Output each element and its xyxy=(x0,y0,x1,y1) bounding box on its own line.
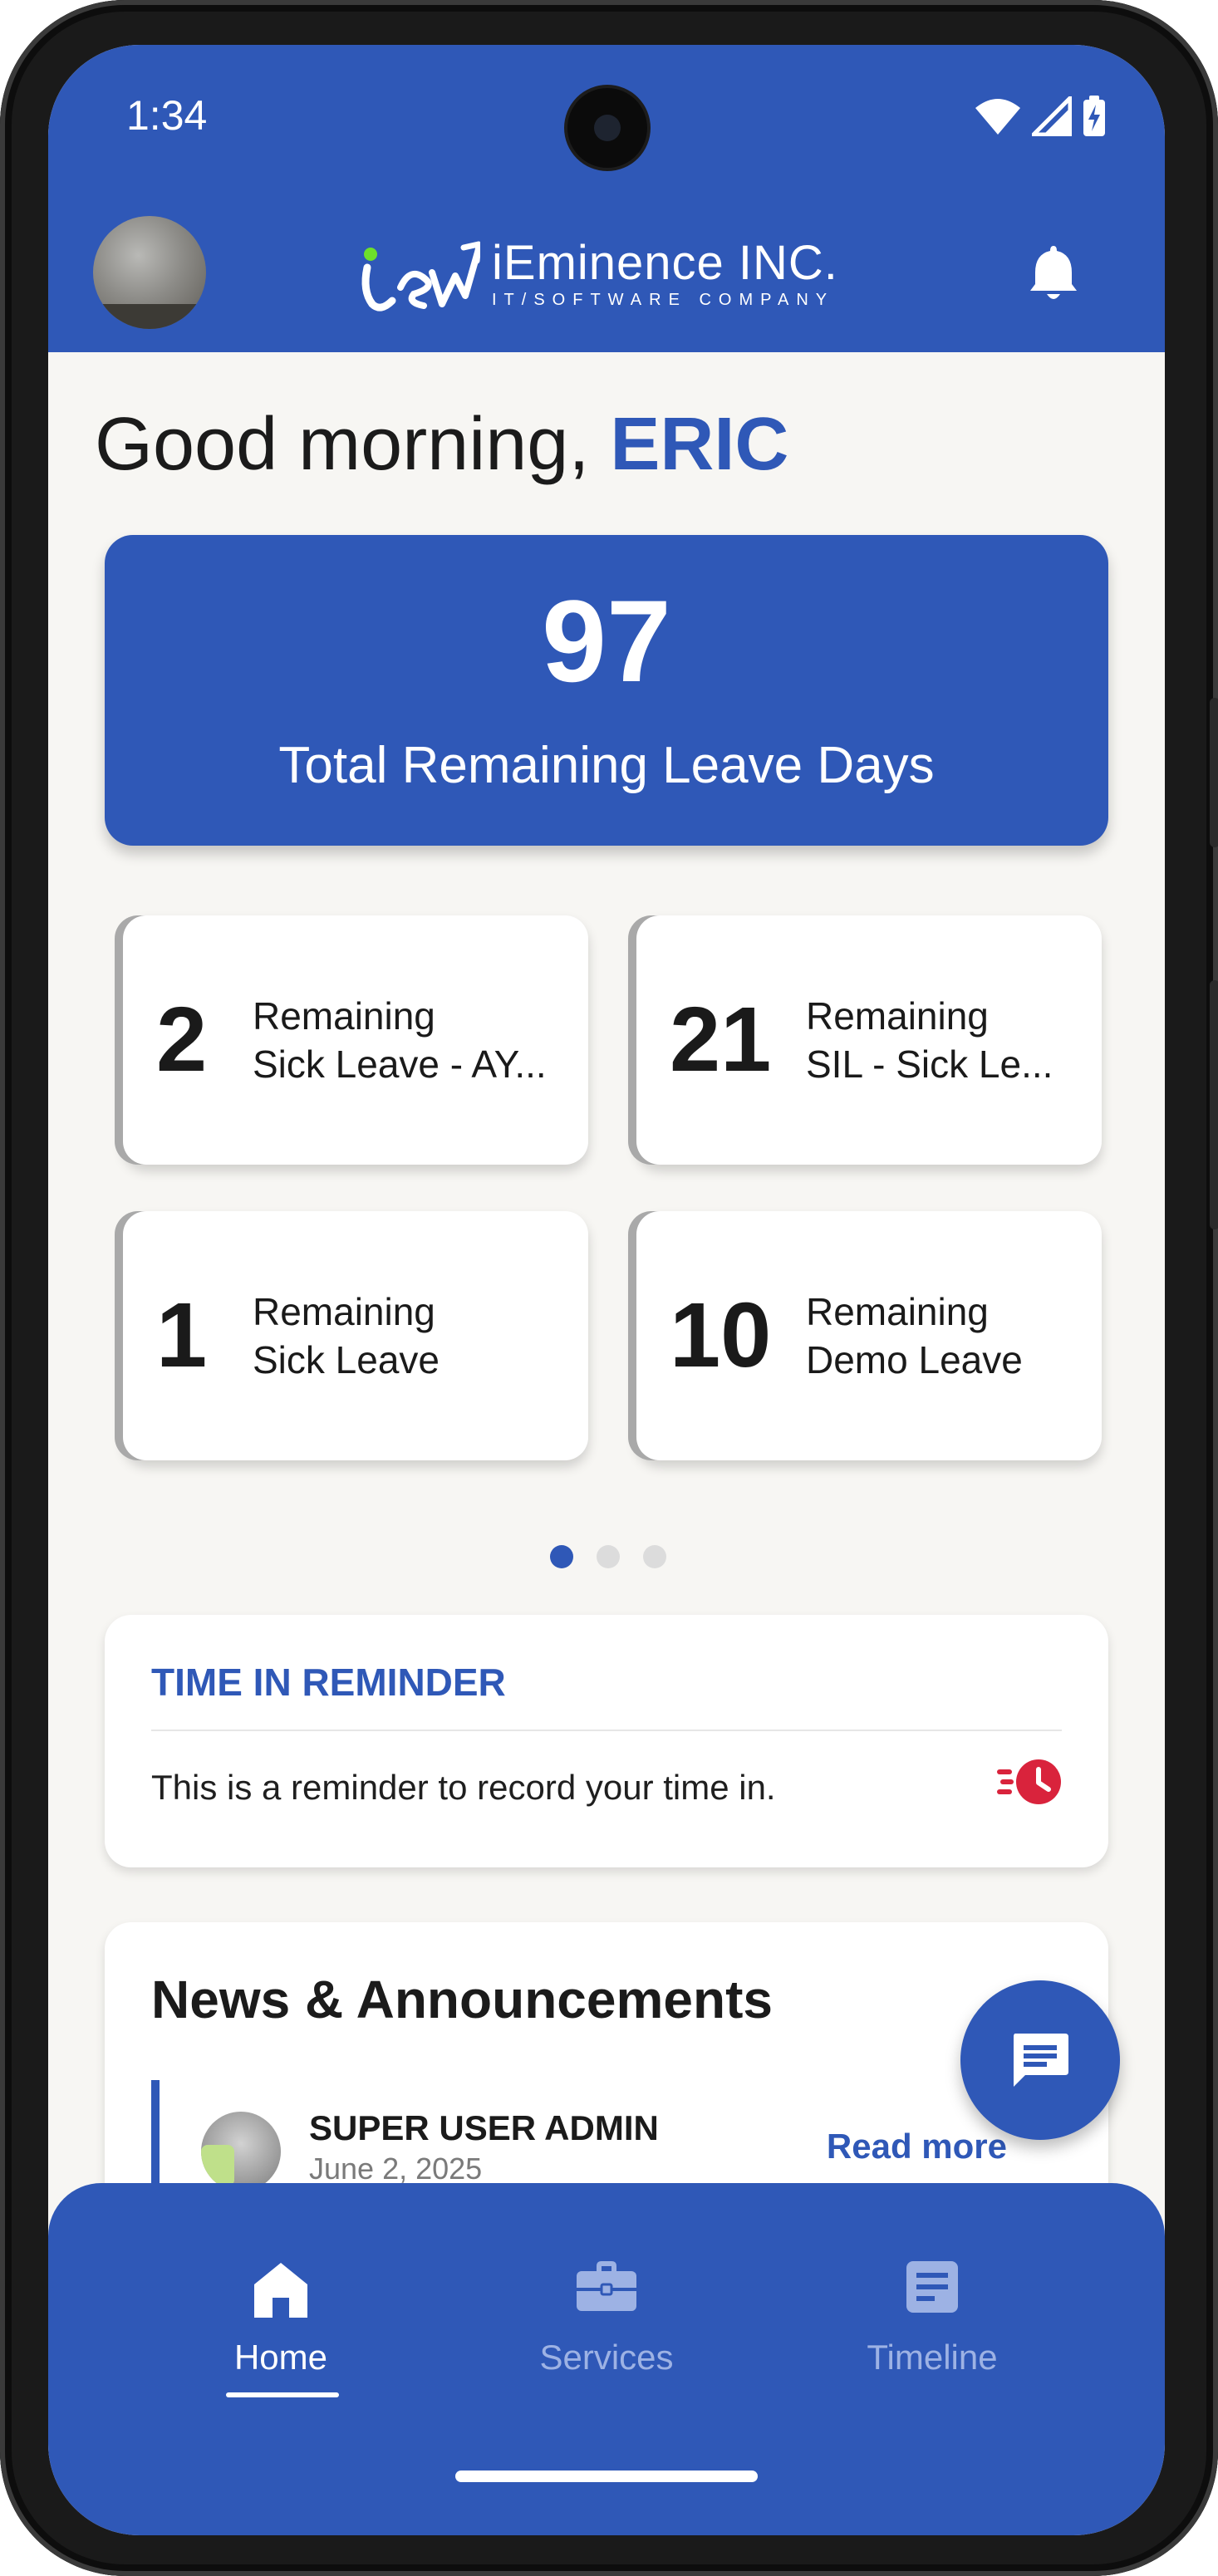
divider xyxy=(151,1730,1062,1731)
time-in-reminder-card[interactable]: TIME IN REMINDER This is a reminder to r… xyxy=(105,1615,1108,1867)
total-leave-card[interactable]: 97 Total Remaining Leave Days xyxy=(105,535,1108,846)
news-author: SUPER USER ADMIN xyxy=(309,2108,659,2147)
news-date: June 2, 2025 xyxy=(309,2152,483,2186)
leave-count: 21 xyxy=(670,989,772,1091)
battery-charging-icon xyxy=(1083,96,1105,136)
carousel-dot[interactable] xyxy=(597,1545,620,1568)
nav-home-label: Home xyxy=(233,2338,328,2377)
leave-type: Sick Leave - AY... xyxy=(253,1043,547,1086)
logo-mark-icon xyxy=(361,241,480,312)
leave-text: Remaining Sick Leave xyxy=(253,1288,568,1384)
app-header: 1:34 iEminence INC. IT/SOFTWARE COMPANY xyxy=(48,45,1165,352)
company-logo: iEminence INC. IT/SOFTWARE COMPANY xyxy=(356,233,838,316)
leave-count: 10 xyxy=(670,1284,772,1386)
signal-icon xyxy=(1032,96,1072,136)
logo-tagline: IT/SOFTWARE COMPANY xyxy=(492,290,835,309)
app-screen: 1:34 iEminence INC. IT/SOFTWARE COMPANY … xyxy=(48,45,1165,2535)
leave-card[interactable]: 10 Remaining Demo Leave xyxy=(636,1211,1102,1460)
chat-fab-button[interactable] xyxy=(960,1980,1120,2140)
leave-text: Remaining SIL - Sick Le... xyxy=(806,992,1080,1088)
total-leave-label: Total Remaining Leave Days xyxy=(278,737,935,794)
reminder-text: This is a reminder to record your time i… xyxy=(151,1768,776,1807)
home-icon xyxy=(254,2263,307,2318)
leave-type: Demo Leave xyxy=(806,1338,1023,1381)
user-name: ERIC xyxy=(610,403,789,486)
carousel-dot[interactable] xyxy=(643,1545,666,1568)
status-icons xyxy=(974,95,1107,138)
carousel-dot-active[interactable] xyxy=(550,1545,573,1568)
leave-text: Remaining Sick Leave - AY... xyxy=(253,992,568,1088)
reminder-title: TIME IN REMINDER xyxy=(151,1661,506,1704)
read-more-link[interactable]: Read more xyxy=(827,2127,1007,2166)
wifi-icon xyxy=(975,99,1020,135)
leave-card[interactable]: 1 Remaining Sick Leave xyxy=(123,1211,588,1460)
nav-timeline-label: Timeline xyxy=(867,2338,998,2377)
leave-type: Sick Leave xyxy=(253,1338,440,1381)
news-title: News & Announcements xyxy=(151,1970,773,2029)
leave-count: 2 xyxy=(156,989,208,1091)
chat-icon xyxy=(1014,2034,1068,2087)
leave-label-line1: Remaining xyxy=(253,1290,435,1333)
leave-label-line1: Remaining xyxy=(253,994,435,1038)
leave-text: Remaining Demo Leave xyxy=(806,1288,1080,1384)
clock-fast-icon xyxy=(997,1759,1061,1804)
status-time: 1:34 xyxy=(126,92,208,139)
leave-type: SIL - Sick Le... xyxy=(806,1043,1053,1086)
greeting: Good morning, ERIC xyxy=(95,402,788,488)
volume-button xyxy=(1210,698,1218,847)
front-camera xyxy=(567,88,647,168)
document-icon xyxy=(906,2261,958,2313)
leave-label-line1: Remaining xyxy=(806,994,989,1038)
bottom-navigation: Home Services Timeline xyxy=(48,2183,1165,2535)
logo-name: iEminence INC. xyxy=(492,235,838,290)
bell-icon[interactable] xyxy=(1029,243,1078,302)
total-leave-value: 97 xyxy=(542,576,671,706)
power-button xyxy=(1210,980,1218,1229)
leave-label-line1: Remaining xyxy=(806,1290,989,1333)
logo-text: iEminence INC. IT/SOFTWARE COMPANY xyxy=(492,235,838,310)
leave-card[interactable]: 2 Remaining Sick Leave - AY... xyxy=(123,915,588,1165)
active-tab-indicator xyxy=(226,2392,339,2397)
home-indicator[interactable] xyxy=(455,2471,758,2482)
leave-count: 1 xyxy=(156,1284,208,1386)
briefcase-icon xyxy=(577,2261,636,2311)
greeting-prefix: Good morning, xyxy=(95,403,611,486)
nav-services-label: Services xyxy=(539,2338,674,2377)
phone-frame: 1:34 iEminence INC. IT/SOFTWARE COMPANY … xyxy=(0,0,1218,2576)
carousel-indicator xyxy=(550,1545,666,1568)
leave-card[interactable]: 21 Remaining SIL - Sick Le... xyxy=(636,915,1102,1165)
author-avatar xyxy=(201,2112,281,2191)
avatar[interactable] xyxy=(93,216,206,329)
